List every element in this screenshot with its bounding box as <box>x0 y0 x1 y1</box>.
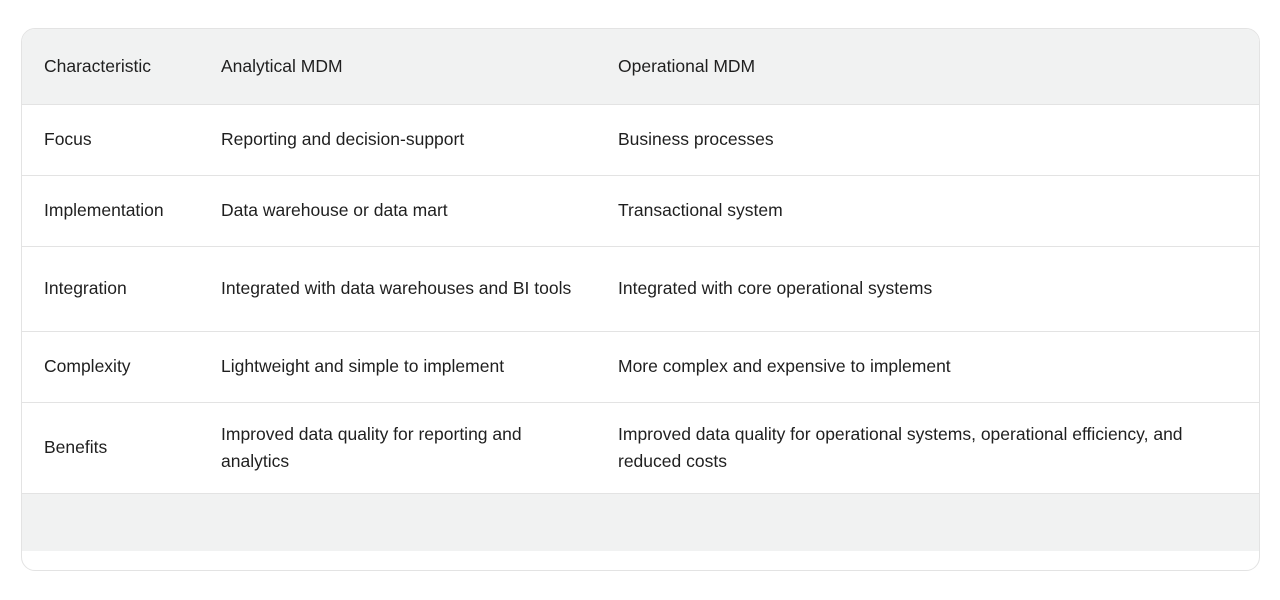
column-header-characteristic-label: Characteristic <box>44 56 151 77</box>
cell-text: Data warehouse or data mart <box>221 200 448 220</box>
table-header: Characteristic Analytical MDM Operationa… <box>22 29 1259 105</box>
column-header-operational-mdm: Operational MDM <box>618 29 1259 105</box>
table-row: Implementation Data warehouse or data ma… <box>22 175 1259 247</box>
cell-text: Improved data quality for operational sy… <box>618 423 1183 471</box>
cell-text: Complexity <box>44 356 131 376</box>
cell-operational: More complex and expensive to implement <box>618 331 1259 403</box>
cell-text: Benefits <box>44 437 108 457</box>
page-root: Characteristic Analytical MDM Operationa… <box>0 0 1280 600</box>
cell-text: Integration <box>44 278 127 298</box>
mdm-comparison-table: Characteristic Analytical MDM Operationa… <box>22 29 1259 551</box>
footer-cell-characteristic <box>22 493 221 551</box>
table-row: Integration Integrated with data warehou… <box>22 246 1259 332</box>
table-footer-row <box>22 493 1259 551</box>
cell-analytical: Data warehouse or data mart <box>221 175 618 247</box>
cell-text: Lightweight and simple to implement <box>221 356 505 376</box>
cell-text: Reporting and decision-support <box>221 129 465 149</box>
cell-characteristic: Integration <box>22 246 221 332</box>
comparison-table-card: Characteristic Analytical MDM Operationa… <box>21 28 1260 571</box>
footer-cell-analytical <box>221 493 618 551</box>
cell-operational: Business processes <box>618 104 1259 176</box>
table-row: Focus Reporting and decision-support Bus… <box>22 104 1259 176</box>
cell-characteristic: Complexity <box>22 331 221 403</box>
cell-operational: Improved data quality for operational sy… <box>618 402 1259 494</box>
cell-text: Improved data quality for reporting and … <box>221 423 522 471</box>
cell-text: Integrated with core operational systems <box>618 278 933 298</box>
table-row: Complexity Lightweight and simple to imp… <box>22 331 1259 403</box>
cell-text: Business processes <box>618 129 774 149</box>
footer-cell-operational <box>618 493 1259 551</box>
column-header-characteristic: Characteristic <box>22 29 221 105</box>
column-header-analytical-mdm-label: Analytical MDM <box>221 56 343 77</box>
cell-text: Transactional system <box>618 200 783 220</box>
cell-operational: Transactional system <box>618 175 1259 247</box>
column-header-operational-mdm-label: Operational MDM <box>618 56 756 77</box>
cell-analytical: Improved data quality for reporting and … <box>221 402 618 494</box>
cell-characteristic: Implementation <box>22 175 221 247</box>
table-body: Focus Reporting and decision-support Bus… <box>22 104 1259 551</box>
cell-characteristic: Benefits <box>22 402 221 494</box>
cell-analytical: Integrated with data warehouses and BI t… <box>221 246 618 332</box>
cell-analytical: Reporting and decision-support <box>221 104 618 176</box>
cell-text: Implementation <box>44 200 164 220</box>
column-header-analytical-mdm: Analytical MDM <box>221 29 618 105</box>
cell-text: Integrated with data warehouses and BI t… <box>221 278 572 298</box>
cell-text: More complex and expensive to implement <box>618 356 951 376</box>
cell-text: Focus <box>44 129 92 149</box>
table-header-row: Characteristic Analytical MDM Operationa… <box>22 29 1259 105</box>
cell-characteristic: Focus <box>22 104 221 176</box>
cell-analytical: Lightweight and simple to implement <box>221 331 618 403</box>
cell-operational: Integrated with core operational systems <box>618 246 1259 332</box>
table-row: Benefits Improved data quality for repor… <box>22 402 1259 494</box>
